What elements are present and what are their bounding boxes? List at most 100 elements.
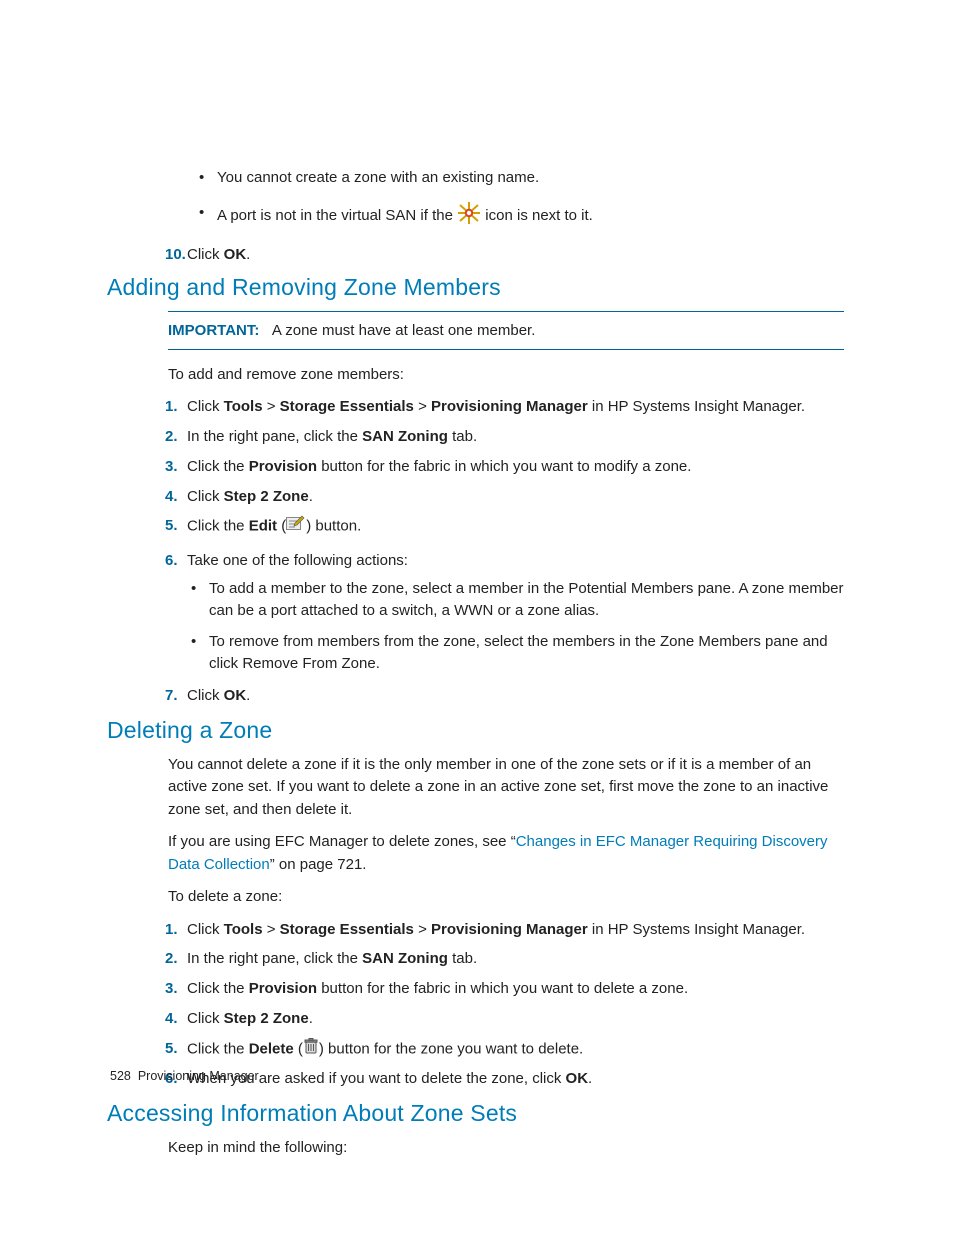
t: Click xyxy=(187,1010,224,1027)
t: > xyxy=(414,921,431,938)
t: . xyxy=(588,1070,592,1087)
procedure-delete: 1. Click Tools > Storage Essentials > Pr… xyxy=(165,919,844,1091)
b: Provision xyxy=(249,980,317,997)
t: Click the xyxy=(187,1040,249,1057)
marker: 1. xyxy=(165,396,187,418)
text-post: icon is next to it. xyxy=(485,207,593,224)
t: ( xyxy=(277,518,286,535)
body: Click Step 2 Zone. xyxy=(187,1008,313,1030)
b: SAN Zoning xyxy=(362,428,448,445)
body: Take one of the following actions: xyxy=(187,552,408,569)
t: in HP Systems Insight Manager. xyxy=(588,921,805,938)
step-marker: 10. xyxy=(165,244,187,266)
note-bullets: You cannot create a zone with an existin… xyxy=(195,167,844,230)
t: Click the xyxy=(187,980,249,997)
body: Click Step 2 Zone. xyxy=(187,486,313,508)
d-step-4: 4. Click Step 2 Zone. xyxy=(165,1008,844,1030)
body: Click the Provision button for the fabri… xyxy=(187,456,691,478)
b: SAN Zoning xyxy=(362,950,448,967)
body: Click the Provision button for the fabri… xyxy=(187,978,688,1000)
rule-top xyxy=(168,311,844,312)
t: > xyxy=(263,921,280,938)
body: Click Tools > Storage Essentials > Provi… xyxy=(187,396,805,418)
t: In the right pane, click the xyxy=(187,428,362,445)
marker: 4. xyxy=(165,1008,187,1030)
note-bullet-1: You cannot create a zone with an existin… xyxy=(195,167,844,188)
step-2: 2. In the right pane, click the SAN Zoni… xyxy=(165,426,844,448)
t: Click xyxy=(187,398,224,415)
edit-icon xyxy=(286,515,306,538)
step-4: 4. Click Step 2 Zone. xyxy=(165,486,844,508)
step-1: 1. Click Tools > Storage Essentials > Pr… xyxy=(165,396,844,418)
page-footer: 528 Provisioning Manager xyxy=(110,1069,259,1083)
d-step-5: 5. Click the Delete () button for the zo… xyxy=(165,1038,844,1061)
t: button for the fabric in which you want … xyxy=(317,980,688,997)
heading-deleting: Deleting a Zone xyxy=(107,717,844,744)
b: Edit xyxy=(249,518,277,535)
t: Click the xyxy=(187,458,249,475)
t: tab. xyxy=(448,950,477,967)
marker: 2. xyxy=(165,948,187,970)
t: > xyxy=(263,398,280,415)
t: tab. xyxy=(448,428,477,445)
body: In the right pane, click the SAN Zoning … xyxy=(187,948,477,970)
delete-para-2: If you are using EFC Manager to delete z… xyxy=(168,831,844,876)
marker: 5. xyxy=(165,1038,187,1061)
t: Click the xyxy=(187,518,249,535)
d-step-1: 1. Click Tools > Storage Essentials > Pr… xyxy=(165,919,844,941)
t: To add a member to the zone, select a me… xyxy=(209,580,844,619)
b: Tools xyxy=(224,398,263,415)
b: Provision xyxy=(249,458,317,475)
body: In the right pane, click the SAN Zoning … xyxy=(187,426,477,448)
not-in-vsan-icon xyxy=(457,202,481,230)
important-text: A zone must have at least one member. xyxy=(272,322,535,339)
marker: 3. xyxy=(165,978,187,1000)
delete-para-1: You cannot delete a zone if it is the on… xyxy=(168,754,844,822)
t: in HP Systems Insight Manager. xyxy=(588,398,805,415)
b: Step 2 Zone xyxy=(224,488,309,505)
t: . xyxy=(309,488,313,505)
preceding-step-list: You cannot create a zone with an existin… xyxy=(165,167,844,266)
rule-bottom xyxy=(168,349,844,350)
b: Provisioning Manager xyxy=(431,398,588,415)
t: button for the fabric in which you want … xyxy=(317,458,691,475)
t: ( xyxy=(294,1040,303,1057)
marker: 2. xyxy=(165,426,187,448)
t: If you are using EFC Manager to delete z… xyxy=(168,833,516,850)
marker: 1. xyxy=(165,919,187,941)
step-6-bullets: To add a member to the zone, select a me… xyxy=(187,578,844,675)
d-step-6: 6. When you are asked if you want to del… xyxy=(165,1068,844,1090)
t: . xyxy=(246,687,250,704)
step-10: 10. Click OK. xyxy=(165,244,844,266)
text: You cannot create a zone with an existin… xyxy=(217,169,539,186)
section-title: Provisioning Manager xyxy=(138,1069,259,1083)
sub-bullet-b: To remove from members from the zone, se… xyxy=(187,631,844,675)
text: . xyxy=(246,246,250,263)
intro-text: To add and remove zone members: xyxy=(168,364,844,387)
heading-adding-removing: Adding and Removing Zone Members xyxy=(107,274,844,301)
zone-sets-para: Keep in mind the following: xyxy=(168,1137,844,1160)
t: In the right pane, click the xyxy=(187,950,362,967)
marker: 6. xyxy=(165,550,187,572)
step-5: 5. Click the Edit () button. xyxy=(165,515,844,538)
marker: 4. xyxy=(165,486,187,508)
document-page: You cannot create a zone with an existin… xyxy=(0,0,954,1235)
b: Storage Essentials xyxy=(280,398,414,415)
marker: 7. xyxy=(165,685,187,707)
text-pre: A port is not in the virtual SAN if the xyxy=(217,207,457,224)
note-bullet-2: A port is not in the virtual SAN if the … xyxy=(195,202,844,230)
marker: 3. xyxy=(165,456,187,478)
intro-delete: To delete a zone: xyxy=(168,886,844,909)
page-number: 528 xyxy=(110,1069,131,1083)
t: Click xyxy=(187,687,224,704)
b: Step 2 Zone xyxy=(224,1010,309,1027)
step-3: 3. Click the Provision button for the fa… xyxy=(165,456,844,478)
ok-label: OK xyxy=(224,246,247,263)
body: Click OK. xyxy=(187,685,250,707)
t: Click xyxy=(187,921,224,938)
t: To remove from members from the zone, se… xyxy=(209,633,828,672)
b: Delete xyxy=(249,1040,294,1057)
important-label: IMPORTANT: xyxy=(168,322,259,339)
t: . xyxy=(309,1010,313,1027)
body: Click Tools > Storage Essentials > Provi… xyxy=(187,919,805,941)
